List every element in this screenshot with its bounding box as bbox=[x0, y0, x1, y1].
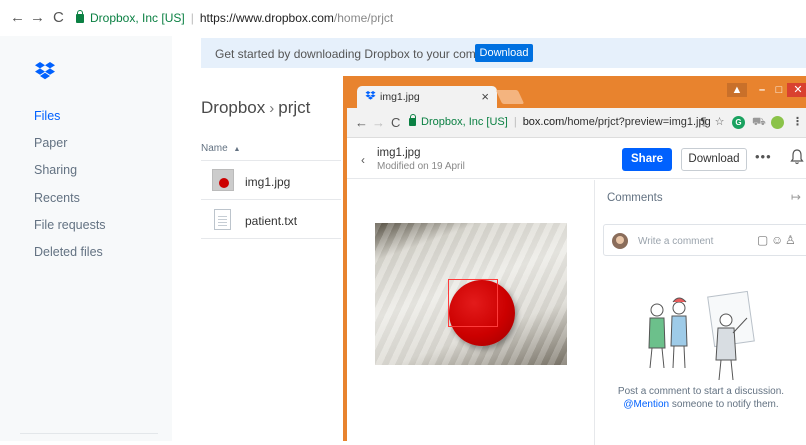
chrome-menu-icon[interactable]: ⋮ bbox=[791, 116, 804, 129]
tab-img1[interactable]: img1.jpg × bbox=[357, 86, 497, 108]
mention-person-icon[interactable]: ♙ bbox=[785, 233, 796, 247]
pin-icon[interactable]: ¶ bbox=[697, 116, 710, 129]
comments-pane: Comments ↦ ▢ ☺ ♙ Post a comm bbox=[594, 180, 806, 445]
preview-window: img1.jpg × ▲ – □ ✕ ← → C Dropbox, Inc [U… bbox=[343, 76, 806, 445]
sidebar-item-paper[interactable]: Paper bbox=[34, 136, 67, 150]
banner-download-button[interactable]: Download bbox=[475, 44, 533, 62]
sidebar-item-sharing[interactable]: Sharing bbox=[34, 163, 77, 177]
sidebar-divider bbox=[20, 433, 158, 434]
forward-arrow-icon[interactable]: → bbox=[372, 115, 385, 130]
url-separator: | bbox=[513, 116, 517, 128]
window-close-icon[interactable]: ✕ bbox=[787, 83, 806, 97]
secure-site-label: Dropbox, Inc [US] bbox=[90, 11, 185, 25]
sidebar-item-file-requests[interactable]: File requests bbox=[34, 218, 106, 232]
breadcrumb-root[interactable]: Dropbox bbox=[201, 98, 265, 117]
empty-state-line: Post a comment to start a discussion. bbox=[617, 386, 785, 397]
new-tab-button[interactable] bbox=[495, 90, 525, 104]
tab-title: img1.jpg bbox=[380, 91, 420, 103]
bookmark-star-icon[interactable]: ☆ bbox=[713, 116, 726, 129]
address-bar[interactable]: Dropbox, Inc [US] | https://www.dropbox.… bbox=[76, 9, 394, 25]
mention-link[interactable]: @Mention bbox=[623, 399, 669, 410]
preview-header: ‹ img1.jpg Modified on 19 April Share Do… bbox=[347, 139, 806, 179]
detection-box bbox=[448, 279, 498, 327]
breadcrumb: Dropbox › prjct bbox=[201, 98, 310, 118]
url-path: /home/prjct bbox=[333, 11, 394, 25]
download-banner: Get started by downloading Dropbox to yo… bbox=[201, 38, 806, 68]
popup-address-bar[interactable]: Dropbox, Inc [US] | box.com /home/prjct?… bbox=[409, 114, 711, 128]
grammarly-icon[interactable]: G bbox=[732, 116, 745, 129]
file-name-patient[interactable]: patient.txt bbox=[245, 214, 297, 228]
comments-empty-state: Post a comment to start a discussion. @M… bbox=[595, 385, 806, 411]
comments-title: Comments bbox=[607, 192, 663, 204]
forward-arrow-icon[interactable]: → bbox=[30, 10, 45, 26]
banner-text: Get started by downloading Dropbox to yo… bbox=[215, 47, 506, 61]
attach-comment-icon[interactable]: ▢ bbox=[757, 233, 768, 247]
maximize-icon[interactable]: □ bbox=[769, 83, 789, 97]
sidebar-item-deleted-files[interactable]: Deleted files bbox=[34, 245, 103, 259]
empty-state-mention-line: @Mention someone to notify them. bbox=[595, 398, 806, 411]
avatar bbox=[612, 233, 628, 249]
comment-composer[interactable]: ▢ ☺ ♙ bbox=[603, 224, 806, 256]
image-preview-pane bbox=[347, 180, 594, 445]
sort-ascending-icon: ▲ bbox=[233, 146, 241, 153]
url-host: https://www.dropbox.com bbox=[199, 11, 334, 25]
preview-image[interactable] bbox=[375, 223, 567, 365]
back-arrow-icon[interactable]: ← bbox=[10, 10, 25, 26]
dropbox-logo-icon[interactable] bbox=[34, 62, 56, 82]
share-button[interactable]: Share bbox=[622, 148, 672, 171]
preview-file-modified: Modified on 19 April bbox=[377, 161, 465, 172]
sidebar-item-files[interactable]: Files bbox=[34, 109, 60, 123]
comment-input[interactable] bbox=[638, 233, 748, 249]
sidebar: Files Paper Sharing Recents File request… bbox=[0, 36, 172, 441]
browser-toolbar: ← → C Dropbox, Inc [US] | https://www.dr… bbox=[0, 0, 806, 36]
preview-file-title: img1.jpg bbox=[377, 147, 421, 159]
extension-icon[interactable] bbox=[771, 116, 784, 129]
breadcrumb-current: prjct bbox=[278, 98, 311, 117]
reload-icon[interactable]: C bbox=[53, 10, 64, 26]
list-divider bbox=[201, 238, 341, 239]
lock-icon bbox=[409, 114, 416, 126]
dropbox-favicon-icon bbox=[365, 91, 376, 100]
list-divider bbox=[201, 199, 341, 200]
secure-site-label: Dropbox, Inc [US] bbox=[421, 116, 508, 128]
chevron-right-icon: › bbox=[269, 100, 275, 117]
tab-close-icon[interactable]: × bbox=[481, 89, 489, 104]
emoji-icon[interactable]: ☺ bbox=[771, 233, 783, 247]
column-name-label: Name bbox=[201, 143, 228, 154]
back-chevron-icon[interactable]: ‹ bbox=[361, 153, 365, 167]
reload-icon[interactable]: C bbox=[391, 115, 400, 130]
url-separator: | bbox=[190, 11, 194, 25]
collapse-panel-icon[interactable]: ↦ bbox=[791, 190, 801, 204]
list-divider bbox=[201, 160, 341, 161]
text-file-icon[interactable] bbox=[214, 209, 231, 230]
mention-suffix: someone to notify them. bbox=[669, 399, 779, 410]
popup-toolbar: ← → C Dropbox, Inc [US] | box.com /home/… bbox=[347, 108, 806, 138]
image-thumbnail[interactable] bbox=[212, 169, 234, 191]
lock-icon bbox=[76, 9, 84, 23]
url-host: box.com bbox=[522, 116, 565, 128]
notification-bell-icon[interactable] bbox=[790, 149, 804, 165]
sidebar-item-recents[interactable]: Recents bbox=[34, 191, 80, 205]
comments-illustration bbox=[648, 290, 755, 381]
more-options-icon[interactable]: ••• bbox=[755, 149, 772, 164]
back-arrow-icon[interactable]: ← bbox=[355, 115, 368, 130]
download-button[interactable]: Download bbox=[681, 148, 747, 171]
url-path: /home/prjct?preview=img1.jpg bbox=[564, 116, 711, 128]
file-name-img1[interactable]: img1.jpg bbox=[245, 175, 290, 189]
window-titlebar[interactable]: img1.jpg × ▲ – □ ✕ bbox=[347, 80, 806, 108]
user-profile-icon[interactable]: ▲ bbox=[727, 83, 747, 97]
cart-extension-icon[interactable]: ⛟ bbox=[752, 116, 766, 129]
name-column-header[interactable]: Name ▲ bbox=[201, 143, 240, 154]
